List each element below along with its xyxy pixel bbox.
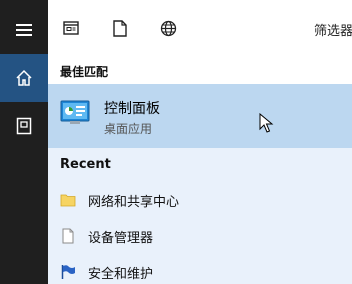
documents-filter-button[interactable]	[110, 18, 130, 38]
globe-icon	[160, 20, 176, 36]
mouse-cursor-icon	[259, 113, 274, 133]
documents-button[interactable]	[0, 102, 48, 150]
recent-section: Recent	[48, 148, 352, 182]
best-match-header: 最佳匹配	[60, 65, 109, 79]
app-window-icon	[63, 21, 79, 35]
apps-filter-button[interactable]	[61, 18, 81, 38]
document-icon	[113, 19, 127, 37]
document-icon	[16, 117, 32, 135]
flag-icon	[61, 265, 75, 279]
result-subtitle: 桌面应用	[104, 122, 153, 136]
recent-header: Recent	[60, 157, 111, 172]
recent-item-label: 设备管理器	[88, 231, 154, 246]
home-icon	[16, 69, 32, 86]
recent-item-label: 网络和共享中心	[88, 195, 180, 210]
hamburger-icon	[16, 21, 32, 39]
best-match-section: 最佳匹配	[48, 56, 352, 84]
best-match-result[interactable]: 控制面板 桌面应用	[48, 84, 352, 148]
recent-item-label: 安全和维护	[88, 267, 154, 282]
control-panel-icon	[60, 100, 90, 124]
recent-item[interactable]: 设备管理器	[48, 218, 352, 254]
web-filter-button[interactable]	[158, 18, 178, 38]
result-title: 控制面板	[104, 101, 160, 117]
filters-dropdown[interactable]: 筛选器	[314, 20, 352, 39]
search-filter-toolbar: 筛选器	[48, 0, 352, 56]
menu-button[interactable]	[0, 6, 48, 54]
document-icon	[62, 228, 74, 244]
left-rail	[0, 0, 48, 284]
recent-item[interactable]: 网络和共享中心	[48, 182, 352, 218]
folder-icon	[60, 194, 76, 207]
recent-item[interactable]: 安全和维护	[48, 254, 352, 284]
home-button[interactable]	[0, 54, 48, 102]
